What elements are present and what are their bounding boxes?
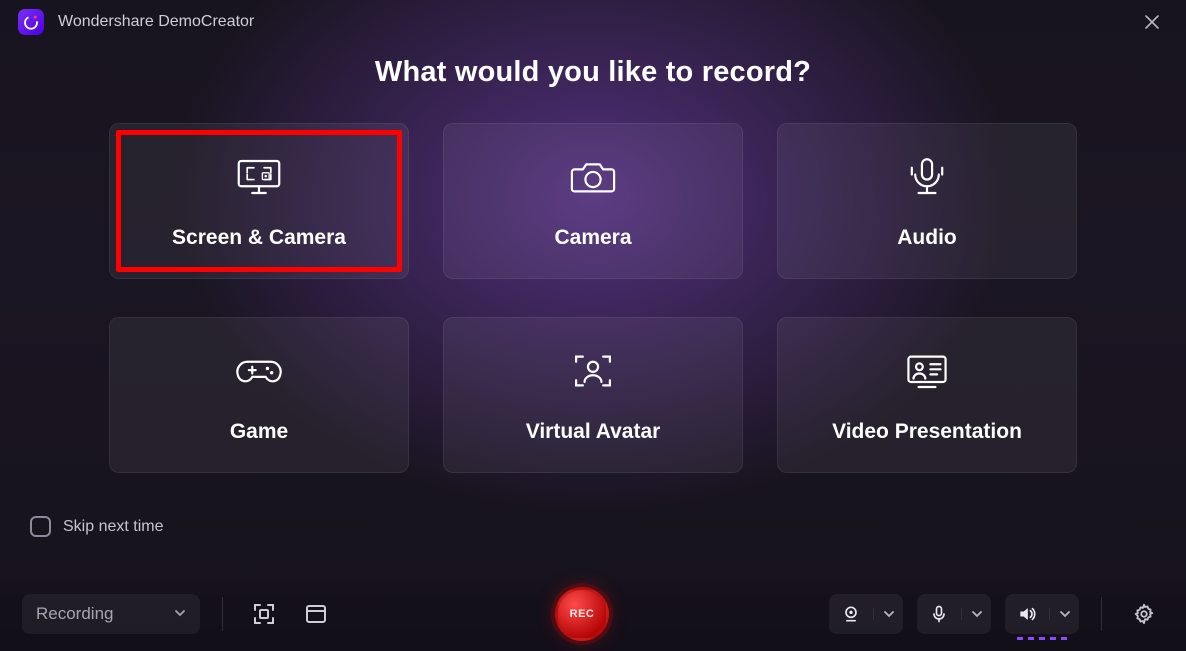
gamepad-icon [232,346,286,396]
microphone-icon [900,152,954,202]
camera-icon [566,152,620,202]
fullscreen-icon [251,601,277,627]
card-label: Audio [897,226,956,250]
chevron-down-icon[interactable] [873,608,903,620]
mode-dropdown[interactable]: Recording [22,594,200,634]
presentation-icon [900,346,954,396]
settings-button[interactable] [1124,594,1164,634]
record-button[interactable]: REC [555,587,609,641]
skip-next-time-row: Skip next time [30,516,163,537]
chevron-down-icon[interactable] [1049,608,1079,620]
card-virtual-avatar[interactable]: Virtual Avatar [443,317,743,473]
microphone-icon [917,604,961,624]
chevron-down-icon[interactable] [961,608,991,620]
window-icon [303,601,329,627]
card-audio[interactable]: Audio [777,123,1077,279]
screen-camera-icon [232,152,286,202]
avatar-scan-icon [566,346,620,396]
separator [222,597,223,631]
fullscreen-region-button[interactable] [245,595,283,633]
gear-icon [1133,603,1155,625]
record-mode-grid: Screen & Camera Camera Audio [108,123,1078,473]
card-camera[interactable]: Camera [443,123,743,279]
skip-next-time-label: Skip next time [63,518,163,536]
system-audio-toggle[interactable] [1005,594,1079,634]
mode-dropdown-label: Recording [36,604,114,624]
app-logo [18,9,44,35]
window-region-button[interactable] [297,595,335,633]
card-label: Game [230,420,288,444]
card-label: Camera [554,226,631,250]
card-label: Virtual Avatar [526,420,661,444]
card-game[interactable]: Game [109,317,409,473]
record-button-label: REC [570,608,595,620]
close-icon [1145,15,1159,29]
separator [1101,597,1102,631]
webcam-toggle[interactable] [829,594,903,634]
skip-next-time-checkbox[interactable] [30,516,51,537]
card-label: Video Presentation [832,420,1022,444]
webcam-icon [829,604,873,624]
microphone-toggle[interactable] [917,594,991,634]
page-heading: What would you like to record? [0,56,1186,89]
close-button[interactable] [1136,6,1168,38]
title-bar: Wondershare DemoCreator [0,0,1186,44]
speaker-icon [1005,604,1049,624]
card-video-presentation[interactable]: Video Presentation [777,317,1077,473]
app-title: Wondershare DemoCreator [58,13,254,31]
chevron-down-icon [174,604,186,624]
bottom-toolbar: Recording REC [0,576,1186,651]
card-label: Screen & Camera [172,226,346,250]
card-screen-and-camera[interactable]: Screen & Camera [109,123,409,279]
